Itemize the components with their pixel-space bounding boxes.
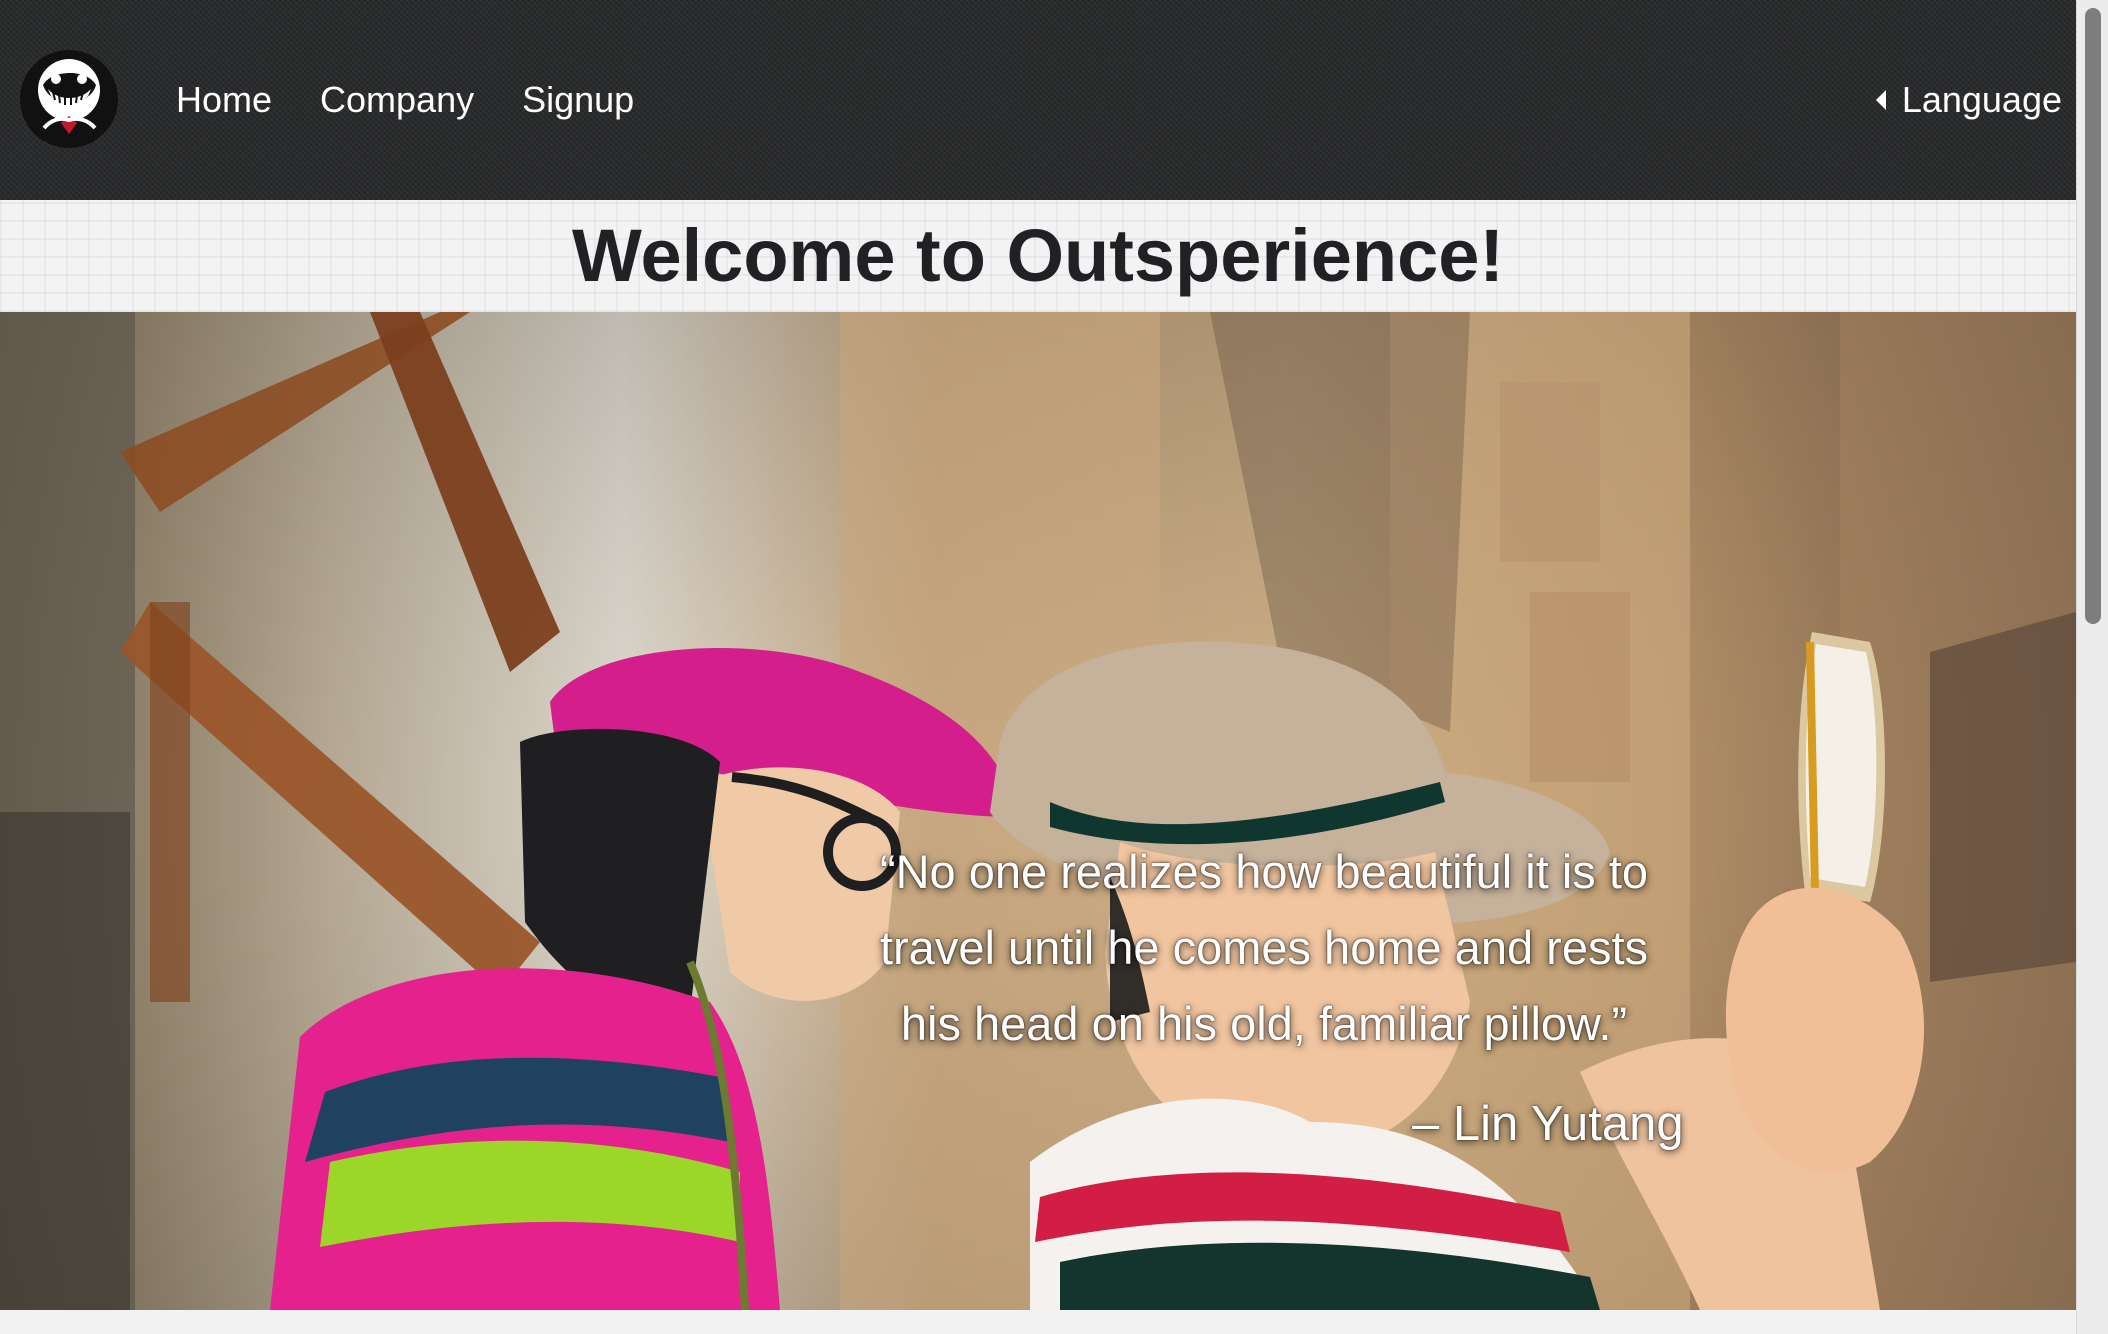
quote-author: – Lin Yutang — [1412, 1097, 1684, 1151]
main-nav: Home Company Signup — [176, 0, 634, 200]
nav-signup-link[interactable]: Signup — [522, 82, 634, 118]
hero-quote-line-1: “No one realizes how beautiful it is to — [879, 845, 1649, 898]
welcome-section: Welcome to Outsperience! — [0, 200, 2076, 312]
page-bottom-strip — [0, 1310, 2076, 1334]
page-title: Welcome to Outsperience! — [571, 214, 1505, 297]
page: Home Company Signup Language Welcome to … — [0, 0, 2108, 1334]
nav-home-link[interactable]: Home — [176, 82, 272, 118]
hero-quote-line-3: his head on his old, familiar pillow.” — [900, 997, 1628, 1050]
hero-quote: “No one realizes how beautiful it is to … — [844, 834, 1684, 1062]
hero-banner: “No one realizes how beautiful it is to … — [0, 312, 2076, 1310]
language-menu[interactable]: Language — [1875, 0, 2062, 200]
scrollbar-thumb[interactable] — [2085, 8, 2101, 624]
caret-left-icon — [1875, 90, 1886, 110]
smiling-face-logo-svg — [21, 51, 117, 147]
language-label: Language — [1901, 79, 2062, 120]
hero-photo — [0, 312, 2076, 1310]
top-navbar: Home Company Signup Language — [0, 0, 2076, 200]
nav-company-link[interactable]: Company — [320, 82, 474, 118]
vertical-scrollbar[interactable] — [2076, 0, 2108, 1334]
hero-quote-line-2: travel until he comes home and rests — [879, 921, 1649, 974]
smiling-face-logo-icon[interactable] — [20, 50, 118, 148]
